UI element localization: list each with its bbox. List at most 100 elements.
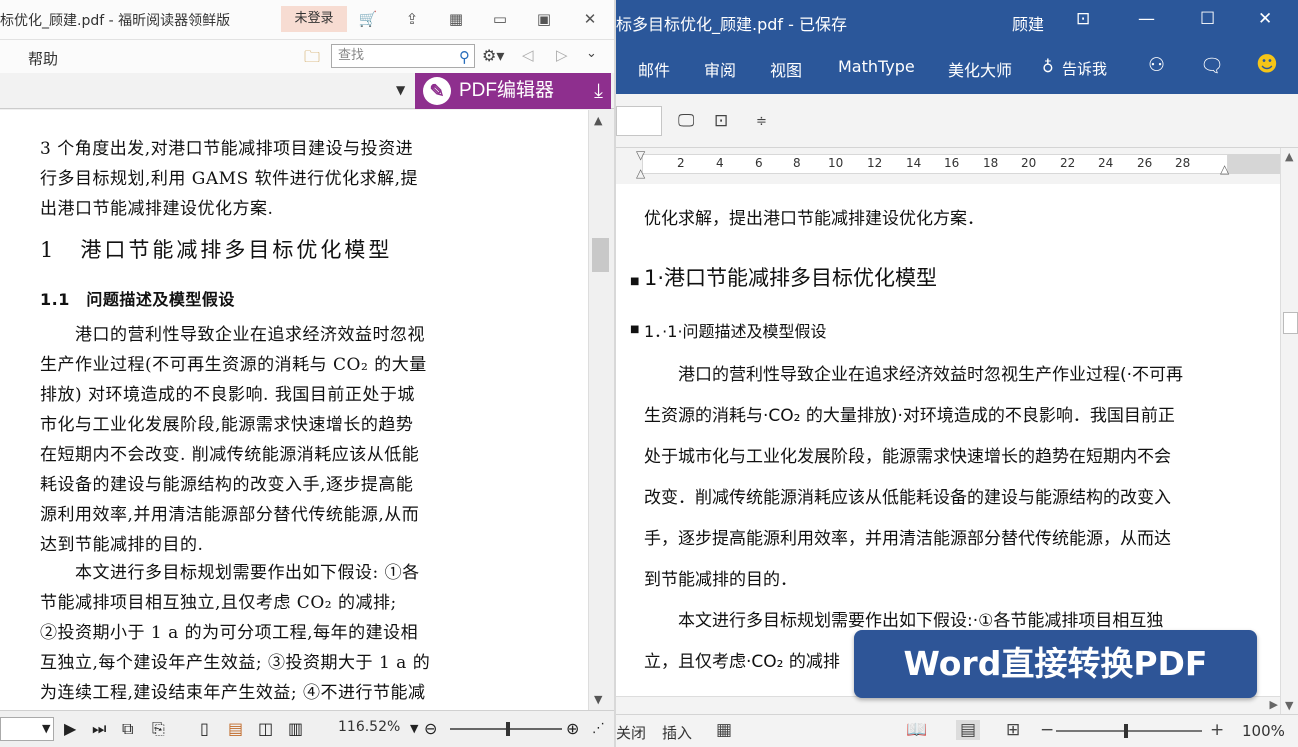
pdf-heading-1: 1 港口节能减排多目标优化模型 [40, 238, 393, 262]
tell-me-icon[interactable]: ♁ [1042, 57, 1054, 76]
search-input[interactable]: 查找 ⚲ [331, 44, 475, 68]
pdf-window-title: 标优化_顾建.pdf - 福昕阅读器领鲜版 [0, 13, 231, 29]
zoom-slider-knob[interactable] [506, 722, 510, 736]
resize-grip-icon[interactable]: ⋰ [592, 721, 605, 736]
tab-mathtype[interactable]: MathType [838, 57, 915, 76]
status-close[interactable]: 关闭 [616, 722, 646, 743]
zoom-in-icon[interactable]: ⊕ [566, 719, 579, 738]
account-icon[interactable]: ⚇ [1148, 54, 1165, 76]
left-indent-marker-icon[interactable]: △ [636, 166, 645, 180]
pdf-line: 行多目标规划,利用 GAMS 软件进行优化求解,提 [40, 169, 419, 189]
comments-icon[interactable]: 🗨 [1200, 54, 1224, 77]
doc-line: 手，逐步提高能源利用效率，并用清洁能源部分替代传统能源，从而达 [644, 529, 1171, 549]
cart-icon[interactable]: 🛒 [358, 9, 378, 29]
help-menu[interactable]: 帮助 [28, 48, 58, 69]
ruler-number: 24 [1098, 156, 1114, 170]
word-user-name[interactable]: 顾建 [1012, 11, 1044, 35]
page-setup-icon[interactable]: ⧉ [122, 719, 133, 739]
scroll-thumb[interactable] [592, 238, 609, 272]
zoom-dropdown-icon[interactable]: ▼ [410, 722, 418, 735]
tab-view[interactable]: 视图 [770, 57, 802, 81]
horizontal-ruler[interactable]: ▽ △ △ 2 4 6 8 10 12 14 16 18 20 22 24 26… [616, 148, 1298, 184]
word-vertical-scrollbar[interactable]: ▲ ▼ [1280, 148, 1298, 714]
pdf-editor-button[interactable]: ✎ PDF编辑器 ⤓ [415, 73, 611, 109]
print-layout-icon[interactable]: ▤ [956, 720, 981, 740]
minimize-icon[interactable]: ▭ [490, 9, 510, 29]
scroll-thumb[interactable] [1283, 312, 1298, 334]
tab-mailings[interactable]: 邮件 [638, 57, 670, 81]
word-toolbar: 🖵 ⊡ ≑ [616, 94, 1298, 148]
find-folder-icon[interactable]: 🗀 [304, 46, 320, 73]
doc-line: 改变．削减传统能源消耗应该从低能耗设备的建设与能源结构的改变入 [644, 488, 1171, 508]
status-insert-mode[interactable]: 插入 [662, 722, 692, 743]
pdf-line: 耗设备的建设与能源结构的改变入手,逐步提高能 [40, 475, 414, 495]
doc-heading-2: 1．·1·问题描述及模型假设 [644, 322, 827, 341]
pdf-toolbar-row: ▼ ✎ PDF编辑器 ⤓ [0, 73, 614, 109]
next-result-icon[interactable]: ▷ [556, 46, 568, 64]
read-mode-icon[interactable]: 📖 [906, 720, 927, 740]
word-status-bar: 关闭 插入 ▦ 📖 ▤ ⊞ − + 100% [616, 714, 1298, 747]
pdf-editor-logo-icon: ✎ [423, 77, 451, 105]
customize-toolbar-icon[interactable]: ≑ [756, 114, 767, 129]
continuous-page-icon[interactable]: ▤ [228, 719, 243, 738]
facing-page-icon[interactable]: ◫ [258, 719, 273, 738]
single-page-icon[interactable]: ▯ [200, 719, 209, 738]
screen-icon[interactable]: 🖵 [678, 111, 694, 131]
download-icon: ⤓ [594, 80, 603, 102]
pdf-vertical-scrollbar[interactable]: ▲ ▼ [588, 110, 612, 710]
collapse-chevron-icon[interactable]: ⌄ [586, 46, 597, 61]
ruler-number: 2 [677, 156, 685, 170]
last-page-icon[interactable]: ⏭ [92, 719, 106, 739]
tab-beautify[interactable]: 美化大师 [948, 57, 1012, 81]
search-icon[interactable]: ⚲ [459, 46, 470, 68]
share-icon[interactable]: ⇪ [402, 9, 422, 29]
zoom-level[interactable]: 100% [1242, 722, 1285, 740]
prev-result-icon[interactable]: ◁ [522, 46, 534, 64]
page-dropdown-icon[interactable]: ▼ [42, 722, 50, 735]
zoom-out-icon[interactable]: ⊖ [424, 719, 437, 738]
zoom-in-icon[interactable]: + [1210, 720, 1224, 740]
grid-icon[interactable]: ▦ [446, 9, 466, 29]
dropdown-arrow-icon[interactable]: ▼ [396, 83, 405, 97]
tab-review[interactable]: 审阅 [704, 57, 736, 81]
pdf-line: 达到节能减排的目的. [40, 535, 204, 555]
next-page-icon[interactable]: ▶ [64, 719, 76, 738]
ribbon-display-icon[interactable]: ⊡ [1076, 9, 1090, 29]
zoom-out-icon[interactable]: − [1040, 720, 1054, 740]
macro-record-icon[interactable]: ▦ [716, 720, 732, 740]
maximize-icon[interactable]: ☐ [1200, 9, 1215, 29]
spin-input[interactable] [616, 106, 662, 136]
close-icon[interactable]: ✕ [1258, 9, 1272, 29]
cover-page-icon[interactable]: ▥ [288, 719, 303, 738]
minimize-icon[interactable]: — [1138, 9, 1155, 29]
scroll-up-icon[interactable]: ▲ [1285, 150, 1293, 163]
scroll-up-icon[interactable]: ▲ [594, 114, 602, 127]
close-icon[interactable]: ✕ [580, 9, 600, 29]
first-line-indent-marker-icon[interactable]: ▽ [636, 148, 645, 162]
zoom-slider[interactable] [450, 722, 562, 736]
scroll-down-icon[interactable]: ▼ [594, 693, 602, 706]
word-horizontal-scrollbar[interactable]: ▶ [616, 696, 1280, 714]
page-view-icon[interactable]: ⊡ [714, 111, 728, 131]
pdf-line: 源利用效率,并用清洁能源部分替代传统能源,从而 [40, 505, 420, 525]
ruler-number: 8 [793, 156, 801, 170]
web-layout-icon[interactable]: ⊞ [1006, 720, 1020, 740]
settings-icon[interactable]: ⚙▾ [482, 46, 504, 65]
zoom-level[interactable]: 116.52% [338, 719, 400, 735]
word-window-title: 标多目标优化_顾建.pdf - 已保存 [616, 15, 847, 34]
zoom-slider[interactable] [1056, 724, 1202, 738]
copy-icon[interactable]: ⎘ [152, 719, 165, 739]
search-placeholder: 查找 [338, 48, 365, 63]
login-button[interactable]: 未登录 [281, 6, 347, 32]
restore-icon[interactable]: ▣ [534, 9, 554, 29]
pdf-line: 本文进行多目标规划需要作出如下假设: ①各 [40, 563, 420, 583]
pdf-line: 市化与工业化发展阶段,能源需求快速增长的趋势 [40, 415, 414, 435]
scroll-down-icon[interactable]: ▼ [1285, 699, 1293, 712]
right-indent-marker-icon[interactable]: △ [1220, 162, 1229, 176]
zoom-slider-knob[interactable] [1124, 724, 1128, 738]
scroll-right-icon[interactable]: ▶ [1270, 698, 1278, 711]
ruler-number: 26 [1137, 156, 1153, 170]
pdf-heading-2: 1.1 问题描述及模型假设 [40, 290, 235, 309]
smiley-icon[interactable]: ☻ [1256, 52, 1278, 76]
tell-me[interactable]: 告诉我 [1062, 58, 1107, 79]
